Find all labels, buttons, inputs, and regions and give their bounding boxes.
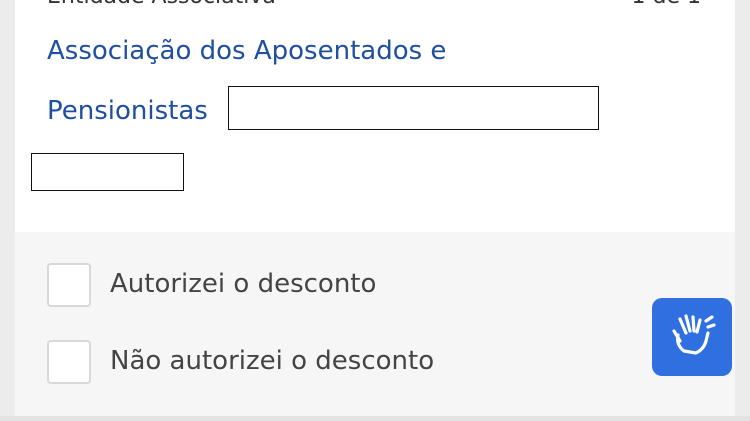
section-title: Entidade Associativa (47, 0, 276, 9)
authorized-checkbox[interactable] (47, 263, 91, 307)
entity-card: Entidade Associativa 1 de 1 Associação d… (15, 0, 735, 232)
option-label: Não autorizei o desconto (110, 346, 435, 376)
page-counter: 1 de 1 (632, 0, 701, 9)
entity-name-line-1: Associação dos Aposentados e (47, 36, 447, 66)
option-label: Autorizei o desconto (110, 269, 377, 299)
bottom-divider (0, 416, 750, 421)
sign-language-icon (672, 314, 716, 355)
accessibility-button[interactable] (652, 298, 732, 376)
entity-name-line-2: Pensionistas (47, 96, 208, 126)
card-header: Entidade Associativa 1 de 1 (15, 0, 735, 9)
authorization-options: Autorizei o desconto Não autorizei o des… (15, 232, 735, 416)
not-authorized-checkbox[interactable] (47, 340, 91, 384)
redacted-box (228, 86, 599, 130)
redacted-box (31, 153, 184, 191)
